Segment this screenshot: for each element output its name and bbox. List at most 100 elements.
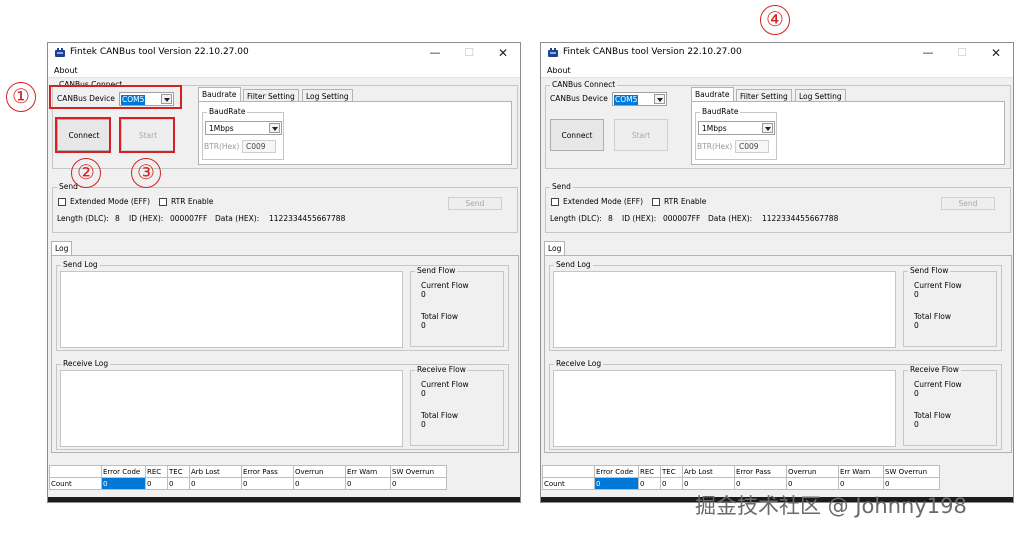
length-label: Length (DLC):: [550, 214, 602, 223]
baudrate-legend: BaudRate: [700, 107, 741, 117]
baudrate-select[interactable]: 1Mbps: [698, 121, 775, 135]
close-button[interactable]: ✕: [486, 44, 520, 62]
status-count-row: Count 0 0 0 0 0 0 0 0: [542, 477, 940, 490]
count-error-code[interactable]: 0: [101, 477, 146, 490]
id-label: ID (HEX):: [622, 214, 657, 223]
canbus-tool-window-left: Fintek CANBus tool Version 22.10.27.00 —…: [47, 42, 521, 503]
header-err-warn: Err Warn: [345, 465, 391, 478]
send-group: Send: [545, 182, 1011, 233]
menu-bar: About: [541, 63, 1013, 78]
window-title: Fintek CANBus tool Version 22.10.27.00: [563, 47, 742, 57]
header-tec: TEC: [167, 465, 190, 478]
start-button[interactable]: Start: [614, 119, 668, 151]
count-error-pass[interactable]: 0: [734, 477, 787, 490]
rtr-enable-checkbox[interactable]: [159, 198, 167, 206]
rtr-enable-label: RTR Enable: [664, 197, 707, 206]
baudrate-legend: BaudRate: [207, 107, 248, 117]
header-rec: REC: [145, 465, 168, 478]
count-sw-overrun[interactable]: 0: [390, 477, 447, 490]
data-value[interactable]: 1122334455667788: [762, 214, 838, 224]
btr-hex-field[interactable]: C009: [242, 140, 276, 153]
title-bar[interactable]: Fintek CANBus tool Version 22.10.27.00 —…: [541, 43, 1013, 63]
step-4-callout: ④: [760, 5, 790, 35]
count-err-warn[interactable]: 0: [345, 477, 391, 490]
menu-about[interactable]: About: [547, 66, 571, 75]
tab-log[interactable]: Log: [544, 241, 566, 255]
baudrate-select[interactable]: 1Mbps: [205, 121, 282, 135]
canbus-device-value: COM5: [614, 95, 639, 105]
send-total-flow-value: 0: [914, 321, 919, 330]
count-error-code[interactable]: 0: [594, 477, 639, 490]
receive-current-flow-label: Current Flow: [914, 380, 962, 389]
btr-hex-field[interactable]: C009: [735, 140, 769, 153]
chevron-down-icon[interactable]: [654, 94, 665, 104]
status-header-row: Error Code REC TEC Arb Lost Error Pass O…: [542, 465, 940, 478]
canbus-device-label: CANBus Device: [550, 94, 608, 103]
connect-button[interactable]: Connect: [550, 119, 604, 151]
extended-mode-checkbox[interactable]: [551, 198, 559, 206]
header-rec: REC: [638, 465, 661, 478]
receive-log-legend: Receive Log: [554, 359, 604, 369]
data-label: Data (HEX):: [708, 214, 753, 223]
tab-baudrate[interactable]: Baudrate: [691, 87, 734, 101]
data-label: Data (HEX):: [215, 214, 260, 223]
count-error-pass[interactable]: 0: [241, 477, 294, 490]
data-value[interactable]: 1122334455667788: [269, 214, 345, 224]
send-group: Send: [52, 182, 518, 233]
send-log-legend: Send Log: [61, 260, 100, 270]
error-status-table: Error Code REC TEC Arb Lost Error Pass O…: [49, 465, 447, 490]
status-header-row: Error Code REC TEC Arb Lost Error Pass O…: [49, 465, 447, 478]
app-logo-icon: [55, 48, 65, 57]
receive-flow-legend: Receive Flow: [415, 365, 468, 375]
receive-current-flow-value: 0: [421, 389, 426, 398]
tab-log[interactable]: Log: [51, 241, 73, 255]
header-arb-lost: Arb Lost: [682, 465, 735, 478]
close-button[interactable]: ✕: [979, 44, 1013, 62]
chevron-down-icon[interactable]: [269, 123, 280, 133]
header-sw-overrun: SW Overrun: [883, 465, 940, 478]
send-button[interactable]: Send: [448, 197, 502, 210]
title-bar[interactable]: Fintek CANBus tool Version 22.10.27.00 —…: [48, 43, 520, 63]
length-value[interactable]: 8: [115, 214, 120, 224]
watermark-text: 掘金技术社区 @ Johnny198: [695, 494, 967, 518]
btr-hex-label: BTR(Hex): [697, 142, 733, 151]
baudrate-value: 1Mbps: [702, 124, 727, 133]
count-tec[interactable]: 0: [660, 477, 683, 490]
minimize-button[interactable]: —: [418, 44, 452, 62]
id-value[interactable]: 000007FF: [663, 214, 700, 224]
chevron-down-icon[interactable]: [762, 123, 773, 133]
maximize-button[interactable]: ☐: [452, 44, 486, 62]
send-button[interactable]: Send: [941, 197, 995, 210]
extended-mode-checkbox[interactable]: [58, 198, 66, 206]
send-log-textarea[interactable]: [553, 271, 896, 348]
canbus-connect-legend: CANBus Connect: [550, 80, 618, 90]
canbus-device-select[interactable]: COM5: [612, 92, 667, 106]
menu-about[interactable]: About: [54, 66, 78, 75]
count-rec[interactable]: 0: [145, 477, 168, 490]
rtr-enable-checkbox[interactable]: [652, 198, 660, 206]
send-log-textarea[interactable]: [60, 271, 403, 348]
minimize-button[interactable]: —: [911, 44, 945, 62]
rtr-enable-label: RTR Enable: [171, 197, 214, 206]
count-rec[interactable]: 0: [638, 477, 661, 490]
id-label: ID (HEX):: [129, 214, 164, 223]
send-total-flow-label: Total Flow: [421, 312, 459, 321]
bottom-scrollbar[interactable]: [48, 497, 520, 502]
receive-log-legend: Receive Log: [61, 359, 111, 369]
count-err-warn[interactable]: 0: [838, 477, 884, 490]
count-arb-lost[interactable]: 0: [189, 477, 242, 490]
tab-baudrate[interactable]: Baudrate: [198, 87, 241, 101]
receive-log-textarea[interactable]: [60, 370, 403, 447]
maximize-button[interactable]: ☐: [945, 44, 979, 62]
count-arb-lost[interactable]: 0: [682, 477, 735, 490]
length-value[interactable]: 8: [608, 214, 613, 224]
count-overrun[interactable]: 0: [786, 477, 839, 490]
id-value[interactable]: 000007FF: [170, 214, 207, 224]
header-error-pass: Error Pass: [241, 465, 294, 478]
count-tec[interactable]: 0: [167, 477, 190, 490]
count-label: Count: [542, 477, 595, 490]
receive-log-textarea[interactable]: [553, 370, 896, 447]
count-sw-overrun[interactable]: 0: [883, 477, 940, 490]
header-empty-cell: [49, 465, 102, 478]
count-overrun[interactable]: 0: [293, 477, 346, 490]
